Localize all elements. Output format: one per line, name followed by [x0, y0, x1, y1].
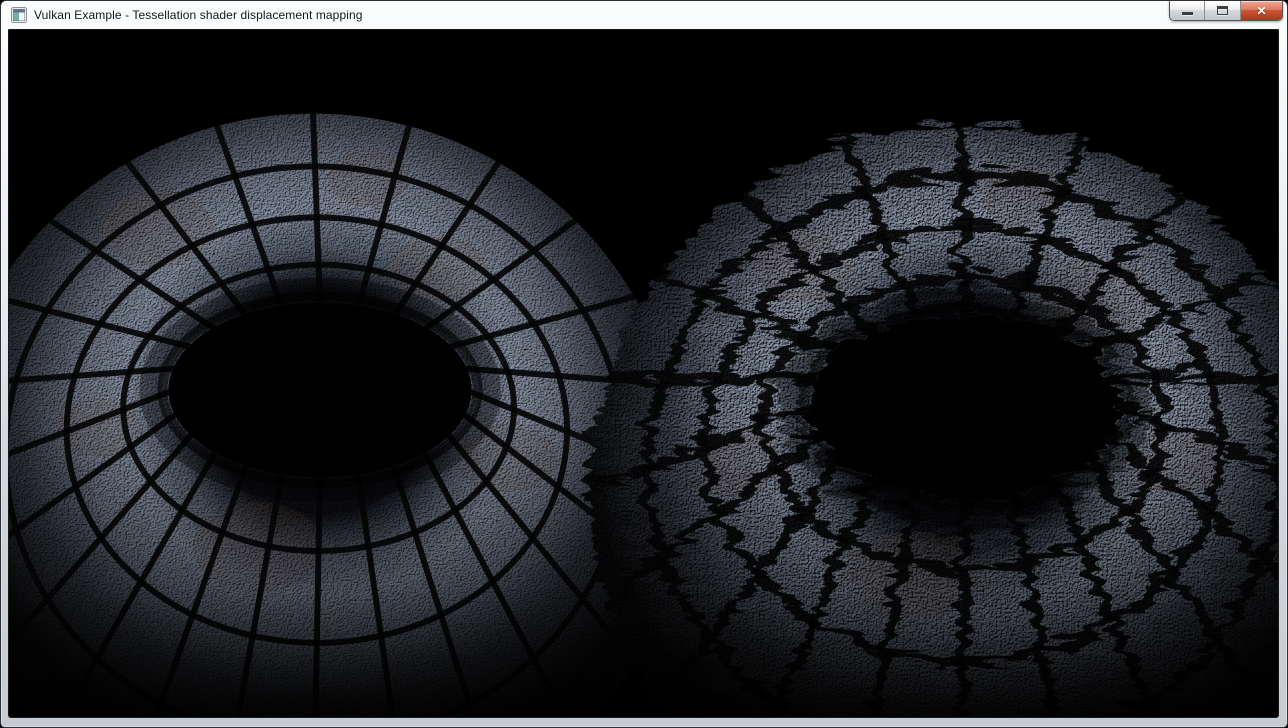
maximize-icon — [1217, 6, 1228, 15]
close-button[interactable]: ✕ — [1240, 1, 1282, 20]
bottom-vignette — [9, 428, 1278, 717]
window-controls: ✕ — [1169, 1, 1283, 21]
maximize-button[interactable] — [1204, 1, 1240, 20]
minimize-button[interactable] — [1170, 1, 1204, 20]
window-title: Vulkan Example - Tessellation shader dis… — [34, 8, 363, 22]
app-window: Vulkan Example - Tessellation shader dis… — [0, 0, 1288, 728]
app-icon — [11, 7, 27, 23]
render-viewport[interactable] — [8, 29, 1279, 718]
close-icon: ✕ — [1256, 5, 1266, 17]
minimize-icon — [1182, 12, 1193, 15]
titlebar[interactable]: Vulkan Example - Tessellation shader dis… — [1, 1, 1287, 29]
